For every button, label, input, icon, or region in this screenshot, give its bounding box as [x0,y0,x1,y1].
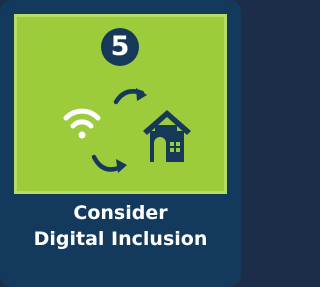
card-title-line1: Consider [73,202,168,224]
digital-inclusion-card[interactable]: 5 Consider Digital Inclusion [0,0,241,287]
return-arrow-icon [91,154,127,173]
card-title-line2: Digital Inclusion [33,228,208,250]
cycle-arrow-icon [113,88,147,105]
card-title: Consider Digital Inclusion [0,200,241,252]
wifi-icon [63,108,101,139]
house-icon [143,110,191,162]
illustration-panel: 5 [14,14,227,194]
illustration [63,88,191,173]
